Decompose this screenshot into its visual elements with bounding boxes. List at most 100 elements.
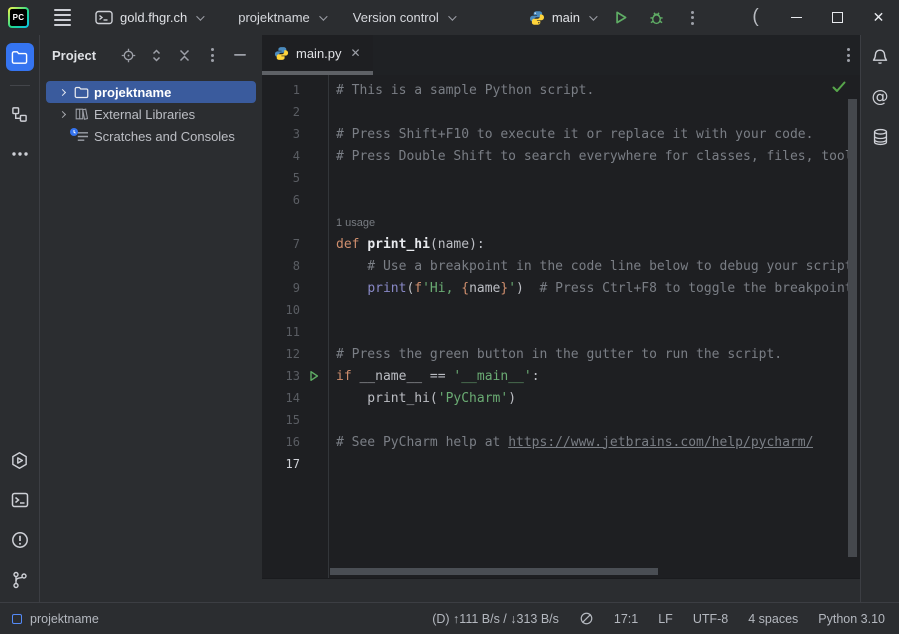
code-token: # Press Shift+F10 to execute it or repla…	[336, 127, 813, 142]
project-menu[interactable]: projektname	[230, 6, 333, 29]
code-line[interactable]: 13if __name__ == '__main__':	[262, 365, 860, 387]
line-separator-widget[interactable]: LF	[658, 612, 673, 626]
code-line[interactable]: 3# Press Shift+F10 to execute it or repl…	[262, 123, 860, 145]
indent-widget[interactable]: 4 spaces	[748, 612, 798, 626]
code-token: print_hi	[367, 237, 430, 252]
code-line[interactable]: 10	[262, 299, 860, 321]
run-button[interactable]	[605, 5, 635, 31]
code-token: name	[469, 281, 500, 296]
code-line[interactable]: 14 print_hi('PyCharm')	[262, 387, 860, 409]
tab-close-icon[interactable]: ✕	[351, 46, 361, 60]
structure-tool-button[interactable]	[6, 100, 34, 128]
code-token: (name):	[430, 237, 485, 252]
code-line[interactable]: 5	[262, 167, 860, 189]
pycharm-window: PC gold.fhgr.ch projektname Version cont…	[0, 0, 899, 634]
code-token: # See PyCharm help at	[336, 435, 508, 450]
debug-button[interactable]	[641, 5, 671, 31]
project-tool-button[interactable]	[6, 43, 34, 71]
code-token: __name__ ==	[359, 369, 453, 384]
hide-panel-button[interactable]	[228, 43, 252, 67]
code-token: )	[516, 281, 524, 296]
highlighting-level-button[interactable]	[579, 611, 594, 626]
minimize-button[interactable]	[776, 0, 817, 35]
close-icon: ✕	[873, 9, 885, 26]
left-tool-stripe	[0, 35, 40, 602]
terminal-icon	[11, 492, 29, 508]
code-line[interactable]: 16# See PyCharm help at https://www.jetb…	[262, 431, 860, 453]
editor-tab-bar: main.py ✕	[262, 35, 860, 75]
code-line[interactable]: 15	[262, 409, 860, 431]
vertical-scrollbar[interactable]	[848, 99, 857, 557]
locate-icon	[121, 48, 136, 63]
encoding-widget[interactable]: UTF-8	[693, 612, 728, 626]
main-menu-button[interactable]	[45, 5, 79, 31]
run-line-icon[interactable]	[308, 370, 320, 382]
structure-icon	[11, 106, 28, 123]
tab-main-py[interactable]: main.py ✕	[262, 35, 373, 75]
more-actions-button[interactable]	[677, 5, 707, 31]
minimize-icon	[791, 17, 802, 19]
horizontal-scrollbar[interactable]	[330, 568, 658, 575]
ai-assistant-icon: @	[872, 87, 889, 107]
code-line[interactable]: 11	[262, 321, 860, 343]
code-line[interactable]: 8 # Use a breakpoint in the code line be…	[262, 255, 860, 277]
maximize-button[interactable]	[817, 0, 858, 35]
code-token: # Press Double Shift to search everywher…	[336, 149, 853, 164]
code-line[interactable]: 1# This is a sample Python script.	[262, 79, 860, 101]
code-hyperlink[interactable]: https://www.jetbrains.com/help/pycharm/	[508, 435, 813, 450]
tree-item-scratches[interactable]: Scratches and Consoles	[46, 125, 256, 147]
code-token: 'Hi,	[422, 281, 461, 296]
title-bar: PC gold.fhgr.ch projektname Version cont…	[0, 0, 899, 35]
library-icon	[72, 107, 90, 121]
remote-terminal-icon	[95, 10, 113, 25]
theme-moon-button[interactable]: (	[735, 0, 776, 35]
vcs-menu[interactable]: Version control	[345, 6, 462, 29]
folder-icon	[11, 50, 28, 65]
git-tool-button[interactable]	[6, 566, 34, 594]
caret-position-widget[interactable]: 17:1	[614, 612, 638, 626]
more-tool-windows-button[interactable]	[6, 140, 34, 168]
statusbar-project-widget[interactable]: projektname	[12, 612, 99, 626]
interpreter-widget[interactable]: Python 3.10	[818, 612, 885, 626]
collapse-all-button[interactable]	[172, 43, 196, 67]
remote-project-selector[interactable]: gold.fhgr.ch	[87, 6, 210, 29]
terminal-tool-button[interactable]	[6, 486, 34, 514]
code-line[interactable]: 6	[262, 189, 860, 211]
inlay-text[interactable]: 1 usage	[336, 217, 375, 229]
python-file-icon	[274, 46, 289, 61]
tree-item-external-libraries[interactable]: External Libraries	[46, 103, 256, 125]
panel-options-button[interactable]	[200, 43, 224, 67]
select-opened-file-button[interactable]	[116, 43, 140, 67]
code-line[interactable]: 9 print(f'Hi, {name}') # Press Ctrl+F8 t…	[262, 277, 860, 299]
usage-inlay-hint[interactable]: 1 usage	[262, 211, 860, 233]
chevron-right-icon[interactable]	[54, 112, 70, 117]
run-configuration-selector[interactable]: main	[525, 6, 599, 30]
project-panel: Project	[40, 35, 262, 602]
notifications-button[interactable]	[866, 43, 894, 71]
code-line[interactable]: 12# Press the green button in the gutter…	[262, 343, 860, 365]
code-line[interactable]: 7def print_hi(name):	[262, 233, 860, 255]
collapse-all-icon	[178, 48, 191, 63]
expand-selector-button[interactable]	[144, 43, 168, 67]
code-editor[interactable]: 1# This is a sample Python script.23# Pr…	[262, 75, 860, 578]
problems-tool-button[interactable]	[6, 526, 34, 554]
inspections-off-icon	[579, 611, 594, 626]
ai-assistant-button[interactable]: @	[866, 83, 894, 111]
right-tool-stripe: @	[860, 35, 899, 602]
services-tool-button[interactable]	[6, 446, 34, 474]
inspections-ok-icon[interactable]	[832, 81, 846, 93]
sort-chevrons-icon	[150, 48, 163, 63]
network-speed-widget[interactable]: (D) ↑111 B/s / ↓313 B/s	[432, 612, 559, 626]
chevron-right-icon[interactable]	[54, 90, 70, 95]
tree-item-projektname[interactable]: projektname	[46, 81, 256, 103]
tab-label: main.py	[296, 46, 342, 61]
close-button[interactable]: ✕	[858, 0, 899, 35]
code-line[interactable]: 4# Press Double Shift to search everywhe…	[262, 145, 860, 167]
editor-options-button[interactable]	[847, 48, 850, 62]
code-line[interactable]: 17	[262, 453, 860, 475]
kebab-icon	[211, 48, 214, 62]
project-tree: projektname External Libraries	[40, 75, 262, 147]
code-line[interactable]: 2	[262, 101, 860, 123]
database-button[interactable]	[866, 123, 894, 151]
kebab-icon	[847, 48, 850, 62]
